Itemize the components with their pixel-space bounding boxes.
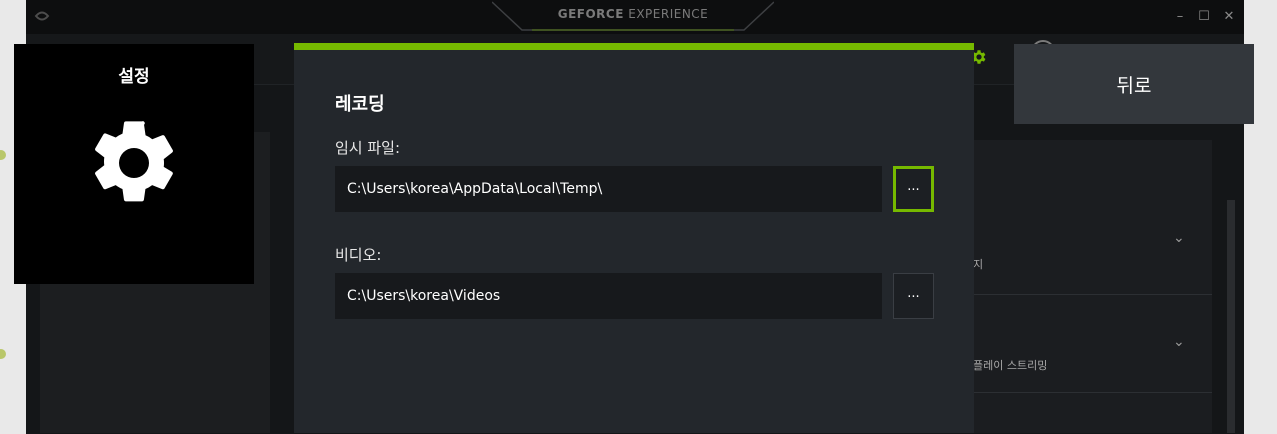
settings-title: 설정 bbox=[118, 67, 150, 87]
chevron-down-icon[interactable]: ⌄ bbox=[1173, 230, 1185, 246]
chevron-down-icon[interactable]: ⌄ bbox=[1173, 334, 1185, 350]
nvidia-logo-icon bbox=[34, 11, 50, 21]
minimize-button[interactable]: – bbox=[1171, 8, 1189, 26]
gear-icon bbox=[95, 121, 173, 202]
decorative-dot bbox=[0, 349, 6, 359]
maximize-button[interactable]: ☐ bbox=[1195, 8, 1213, 26]
dialog-title: 레코딩 bbox=[335, 94, 385, 115]
right-panel-row-text: 지 bbox=[973, 258, 984, 271]
temp-file-browse-button[interactable]: ... bbox=[893, 166, 934, 212]
video-label: 비디오: bbox=[335, 246, 382, 264]
decorative-dot bbox=[0, 150, 6, 160]
close-button[interactable]: ✕ bbox=[1220, 8, 1238, 26]
scrollbar[interactable] bbox=[1227, 200, 1235, 433]
video-browse-button[interactable]: ... bbox=[893, 273, 934, 319]
recording-dialog bbox=[294, 43, 974, 433]
temp-file-path-field[interactable]: C:\Users\korea\AppData\Local\Temp\ bbox=[335, 166, 882, 212]
back-button[interactable]: 뒤로 bbox=[1014, 44, 1254, 124]
right-panel-row-text: 플레이 스트리밍 bbox=[973, 359, 1048, 372]
app-title: GEFORCE EXPERIENCE bbox=[557, 7, 709, 21]
dialog-accent-bar bbox=[294, 43, 974, 50]
temp-file-label: 임시 파일: bbox=[335, 139, 401, 157]
video-path-field[interactable]: C:\Users\korea\Videos bbox=[335, 273, 882, 319]
